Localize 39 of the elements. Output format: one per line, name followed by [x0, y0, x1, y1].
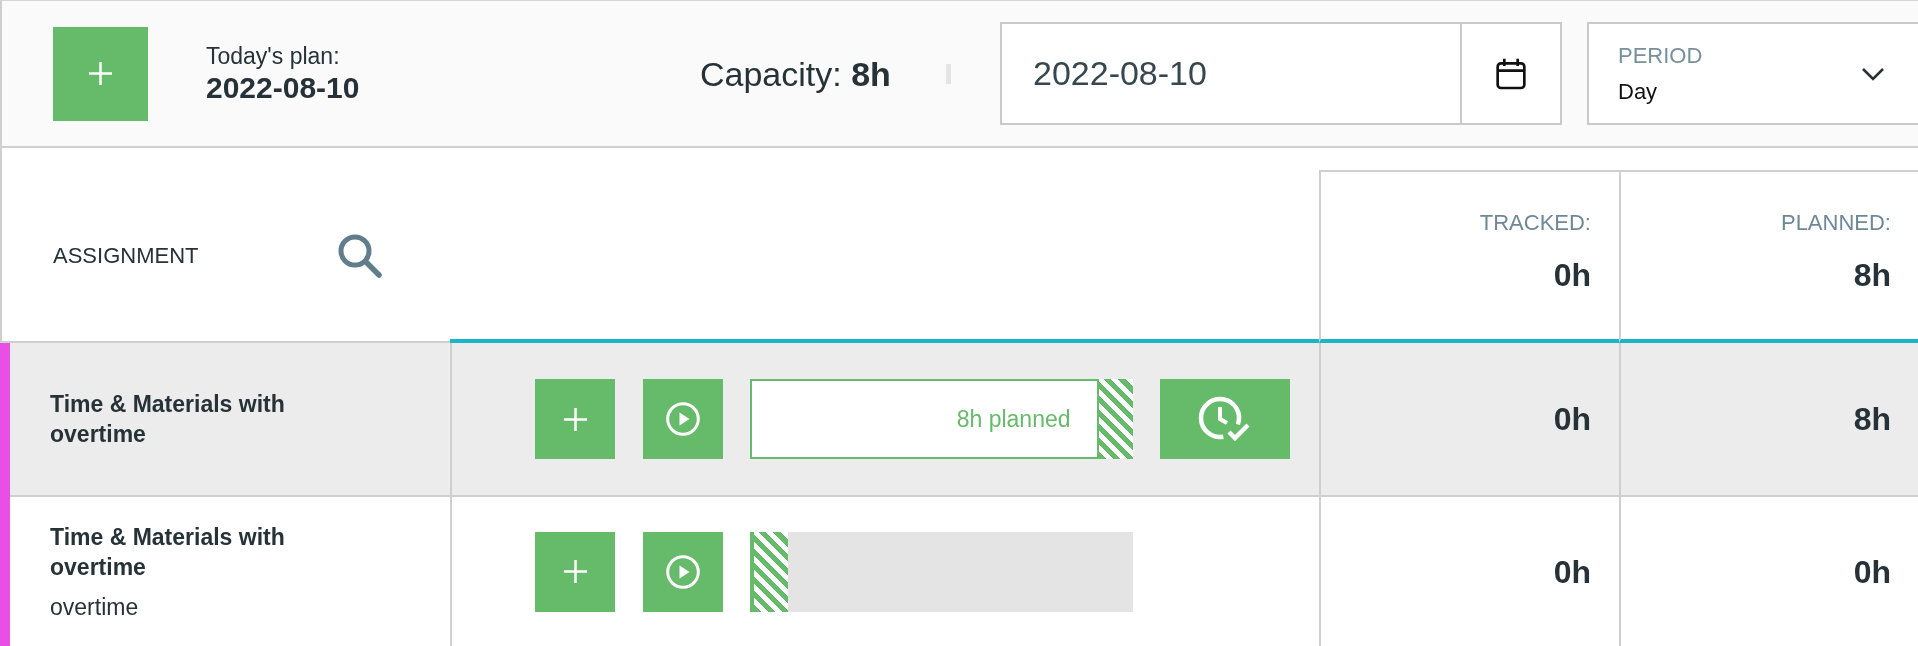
- plus-icon: [89, 62, 112, 85]
- play-circle-icon: [666, 554, 700, 589]
- approve-button[interactable]: [1160, 379, 1290, 459]
- calendar-button[interactable]: [1460, 22, 1562, 125]
- plan-label: Today's plan:: [206, 42, 340, 70]
- search-icon[interactable]: [338, 233, 383, 278]
- hours-value: 0h: [1553, 552, 1591, 591]
- field-value: Day: [1618, 78, 1658, 105]
- plus-icon: [563, 407, 587, 431]
- add-button[interactable]: [535, 379, 615, 459]
- assignment-name: Time & Materials with overtime: [50, 522, 286, 582]
- period-select[interactable]: PERIOD Day: [1587, 22, 1918, 125]
- capacity-text: Capacity: 8h: [700, 53, 891, 94]
- play-button[interactable]: [643, 379, 723, 459]
- plus-icon: [563, 560, 587, 583]
- date-field[interactable]: 2022-08-10: [1000, 22, 1460, 125]
- plan-date: 2022-08-10: [206, 69, 360, 105]
- column-header: TRACKED:: [1479, 210, 1591, 236]
- field-label: PERIOD: [1618, 42, 1703, 69]
- column-total: 8h: [1853, 256, 1891, 294]
- add-button[interactable]: [53, 26, 148, 121]
- hours-value: 0h: [1853, 552, 1891, 591]
- play-circle-icon: [666, 402, 700, 436]
- planned-label: 8h planned: [956, 405, 1071, 433]
- chevron-down-icon: [1861, 66, 1885, 81]
- column-total: 0h: [1553, 256, 1591, 294]
- calendar-icon: [1495, 57, 1527, 90]
- assignment-name: Time & Materials with overtime: [50, 390, 286, 449]
- assignment-subtitle: overtime: [50, 592, 139, 622]
- column-header: PLANNED:: [1780, 210, 1891, 236]
- column-header: ASSIGNMENT: [53, 242, 199, 269]
- striped-handle[interactable]: [1098, 379, 1133, 459]
- hours-value: 0h: [1553, 400, 1591, 438]
- clock-check-icon: [1198, 395, 1252, 443]
- assignment-row[interactable]: Time & Materials with overtime 8h planned 0h 8h: [0, 343, 1918, 497]
- striped-handle[interactable]: [754, 531, 788, 612]
- hours-value: 8h: [1853, 400, 1891, 438]
- play-button[interactable]: [643, 531, 723, 612]
- add-button[interactable]: [535, 531, 615, 612]
